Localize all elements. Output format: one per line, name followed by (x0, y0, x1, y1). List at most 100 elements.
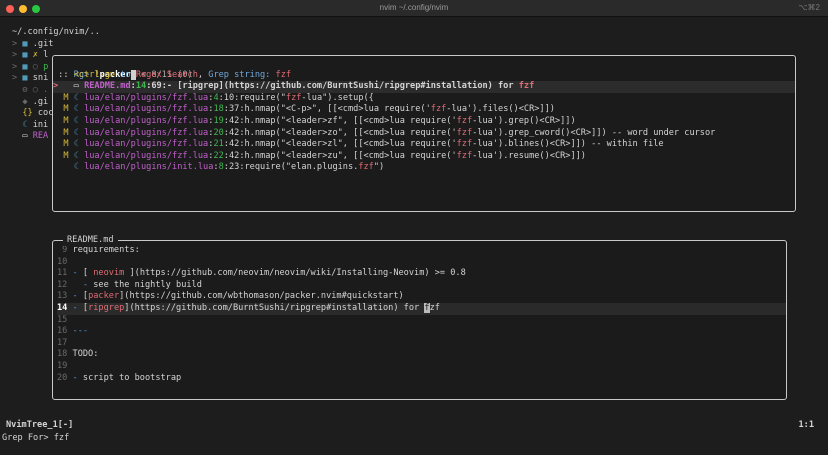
text-segment: {} (12, 108, 38, 119)
window-title: nvim ~/.config/nvim (379, 3, 449, 12)
text-segment: - (72, 291, 83, 302)
text-segment: - (72, 302, 83, 313)
line-number: 15 (57, 314, 73, 325)
tree-root[interactable]: ~/.config/nvim/.. (12, 27, 100, 39)
text-segment: ](https://github.com/neovim/neovim/wiki/… (124, 268, 466, 279)
preview-line: 12 - see the nightly build (57, 280, 786, 292)
preview-line: 19 (57, 361, 786, 373)
line-number: 16 (57, 326, 73, 337)
command-line[interactable]: Grep For> fzf (0, 432, 69, 444)
text-segment: :42:h.nmap("<leader>zl", [[<cmd>lua requ… (223, 139, 457, 150)
text-segment: Grep string: (208, 69, 276, 80)
text-segment: l (43, 50, 49, 61)
text-segment: :42:h.nmap("<leader>zu", [[<cmd>lua requ… (223, 150, 457, 161)
text-segment: - (72, 372, 83, 383)
text-segment: :10:require(" (218, 92, 286, 103)
result-item[interactable]: M ☾ lua/elan/plugins/fzf.lua:22:42:h.nma… (53, 151, 795, 163)
preview-line: 18 TODO: (57, 349, 786, 361)
picker-results[interactable]: > ▭ README.md:14:69:- [ripgrep](https://… (53, 81, 795, 174)
text-segment: :69:- [ripgrep](https://github.com/Burnt… (146, 81, 519, 92)
text-segment: 18 (213, 104, 224, 115)
text-segment: ini (32, 119, 49, 130)
text-segment: see the nightly build (93, 279, 202, 290)
text-segment: -lua').blines()<CR>]]) -- within file (472, 139, 664, 150)
text-segment: script to bootstrap (82, 372, 182, 383)
text-segment: > (12, 73, 23, 84)
text-segment: ■ (22, 50, 33, 61)
text-segment: > (12, 38, 23, 49)
preview-line: 9 requirements: (57, 245, 786, 257)
text-segment: 19 (213, 115, 224, 126)
text-segment: -lua').resume()<CR>]]) (472, 150, 586, 161)
window-titlebar: nvim ~/.config/nvim ⌥⌘2 (0, 0, 828, 17)
text-segment: fzf (456, 150, 473, 161)
text-segment: [ (82, 268, 94, 279)
text-segment: - (72, 279, 94, 290)
result-item[interactable]: M ☾ lua/elan/plugins/fzf.lua:20:42:h.nma… (53, 128, 795, 140)
text-segment: lua/elan/plugins/fzf.lua (84, 115, 209, 126)
text-segment: > (53, 81, 64, 92)
text-segment: ](https://github.com/BurntSushi/ripgrep#… (124, 302, 425, 313)
text-segment: -lua").setup({ (301, 92, 374, 103)
line-number: 14 (57, 302, 73, 313)
buffer-name: NvimTree_1[-] (6, 420, 74, 430)
line-number: 20 (57, 372, 73, 383)
text-segment: ○ . (32, 84, 49, 95)
result-item[interactable]: M ☾ lua/elan/plugins/fzf.lua:19:42:h.nma… (53, 116, 795, 128)
result-item[interactable]: M ☾ lua/elan/plugins/fzf.lua:21:42:h.nma… (53, 139, 795, 151)
fzf-picker: Rg> !packer < 8/11 (0) :: <ctrl-g> to Re… (52, 55, 796, 212)
text-segment: ☾ (12, 119, 33, 130)
result-item[interactable]: ☾ lua/elan/plugins/init.lua:8:23:require… (53, 162, 795, 174)
text-segment: :37:h.nmap("<C-p>", [[<cmd>lua require(' (223, 104, 431, 115)
line-number: 17 (57, 337, 73, 348)
text-segment: fzf (456, 115, 473, 126)
text-segment: -lua').grep()<CR>]]) (472, 115, 576, 126)
text-segment: ☾ (73, 115, 85, 126)
text-segment: :: (53, 69, 74, 80)
text-segment: M (53, 139, 74, 150)
text-segment: Regex Search (135, 69, 198, 80)
line-number: 13 (57, 291, 73, 302)
result-item[interactable]: M ☾ lua/elan/plugins/fzf.lua:18:37:h.nma… (53, 104, 795, 116)
text-segment: ☾ (73, 104, 85, 115)
preview-line: 16 --- (57, 326, 786, 338)
text-segment: ■ (22, 38, 33, 49)
result-item[interactable]: > ▭ README.md:14:69:- [ripgrep](https://… (53, 81, 795, 93)
text-segment: REA (32, 131, 49, 142)
text-segment: ripgrep (88, 302, 125, 313)
tree-item[interactable]: > ■ .git (12, 39, 100, 51)
preview-line: 20 - script to bootstrap (57, 373, 786, 385)
text-segment: fzf (456, 127, 473, 138)
text-segment: ▭ (63, 81, 85, 92)
text-segment: ☾ (73, 150, 85, 161)
text-segment: :23:require("elan.plugins. (223, 162, 359, 173)
text-segment (53, 162, 74, 172)
text-segment: M (53, 104, 74, 115)
text-segment: packer (88, 291, 120, 302)
text-segment: fzf (275, 69, 292, 80)
text-segment: ○ (32, 61, 44, 72)
text-segment: lua/elan/plugins/fzf.lua (84, 139, 209, 150)
text-segment: fzf (285, 92, 302, 103)
text-segment: ](https://github.com/wbthomason/packer.n… (119, 291, 404, 302)
text-segment: neovim (93, 268, 125, 279)
preview-line: 13 - [packer](https://github.com/wbthoma… (57, 291, 786, 303)
text-segment: ◆ (12, 96, 33, 107)
text-segment: fzf (518, 81, 535, 92)
text-segment: <ctrl-g> (73, 69, 116, 80)
text-segment: ■ (22, 61, 33, 72)
text-segment: lua/elan/plugins/fzf.lua (84, 92, 209, 103)
text-segment: , (197, 69, 209, 80)
text-segment: zf (429, 302, 440, 313)
text-segment: -lua').files()<CR>]]) (446, 104, 555, 115)
text-segment: ☾ (73, 127, 85, 138)
text-segment: to (115, 69, 136, 80)
result-item[interactable]: M ☾ lua/elan/plugins/fzf.lua:4:10:requir… (53, 93, 795, 105)
text-segment: lua/elan/plugins/init.lua (84, 162, 214, 173)
picker-prompt-line[interactable]: Rg> !packer < 8/11 (0) (53, 58, 795, 80)
text-segment: M (53, 150, 74, 161)
text-segment: ☾ (73, 92, 85, 103)
text-segment: requirements: (72, 245, 140, 255)
text-segment: fzf (456, 139, 473, 150)
text-segment: lua/elan/plugins/fzf.lua (84, 104, 209, 115)
